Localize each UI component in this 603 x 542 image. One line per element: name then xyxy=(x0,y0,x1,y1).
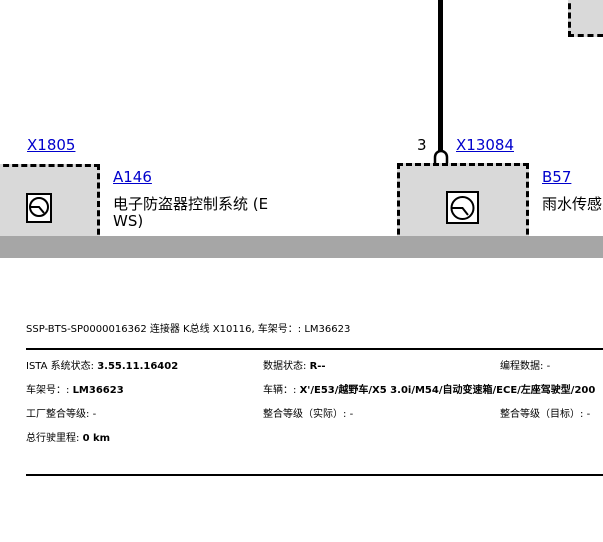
actual-integration-level: 整合等级（实际）: - xyxy=(263,405,353,420)
data-status-value: R-- xyxy=(309,361,326,372)
wire-bend-icon xyxy=(433,149,449,164)
actual-integration-level-value: - xyxy=(349,409,354,420)
vehicle: 车辆：: X'/E53/越野车/X5 3.0i/M54/自动变速箱/ECE/左座… xyxy=(263,381,595,396)
component-description-a146-line1: 电子防盗器控制系统 (E xyxy=(113,195,269,213)
data-status: 数据状态: R-- xyxy=(263,357,326,372)
component-link-b57[interactable]: B57 xyxy=(542,168,571,186)
total-mileage-label: 总行驶里程: xyxy=(26,433,83,444)
component-description-a146-line2: WS) xyxy=(113,212,144,230)
total-mileage: 总行驶里程: 0 km xyxy=(26,429,110,444)
programming-data-label: 编程数据: xyxy=(500,361,547,372)
target-integration-level-value: - xyxy=(586,409,591,420)
ista-status-label: ISTA 系统状态: xyxy=(26,361,98,372)
wire xyxy=(438,0,443,152)
pin-number: 3 xyxy=(417,136,427,154)
programming-data: 编程数据: - xyxy=(500,357,550,372)
factory-integration-level-value: - xyxy=(92,409,97,420)
page-separator-bar xyxy=(0,236,603,258)
target-integration-level-label: 整合等级（目标）: xyxy=(500,409,587,420)
ista-status: ISTA 系统状态: 3.55.11.16402 xyxy=(26,357,178,372)
document-title: SSP-BTS-SP0000016362 连接器 K总线 X10116, 车架号… xyxy=(26,324,351,335)
component-description-b57: 雨水传感 xyxy=(542,195,603,213)
data-status-label: 数据状态: xyxy=(263,361,310,372)
vehicle-value: X'/E53/越野车/X5 3.0i/M54/自动变速箱/ECE/左座驾驶型/2… xyxy=(299,385,596,396)
factory-integration-level-label: 工厂整合等级: xyxy=(26,409,93,420)
connector-link-x13084[interactable]: X13084 xyxy=(456,136,514,154)
vin: 车架号：: LM36623 xyxy=(26,381,124,396)
header-rule xyxy=(26,348,603,350)
connector-link-x1805[interactable]: X1805 xyxy=(27,136,75,154)
factory-integration-level: 工厂整合等级: - xyxy=(26,405,96,420)
vin-value: LM36623 xyxy=(72,385,124,396)
partial-component-box-top xyxy=(568,0,603,37)
control-unit-symbol-icon xyxy=(26,193,52,223)
component-link-a146[interactable]: A146 xyxy=(113,168,152,186)
target-integration-level: 整合等级（目标）: - xyxy=(500,405,590,420)
programming-data-value: - xyxy=(546,361,551,372)
sensor-symbol-icon xyxy=(446,191,479,224)
ista-status-value: 3.55.11.16402 xyxy=(97,361,179,372)
vehicle-label: 车辆：: xyxy=(263,385,300,396)
footer-rule xyxy=(26,474,603,476)
actual-integration-level-label: 整合等级（实际）: xyxy=(263,409,350,420)
wiring-diagram: X1805 A146 电子防盗器控制系统 (E WS) 3 X13084 B57… xyxy=(0,0,603,244)
vin-label: 车架号：: xyxy=(26,385,73,396)
total-mileage-value: 0 km xyxy=(82,433,111,444)
